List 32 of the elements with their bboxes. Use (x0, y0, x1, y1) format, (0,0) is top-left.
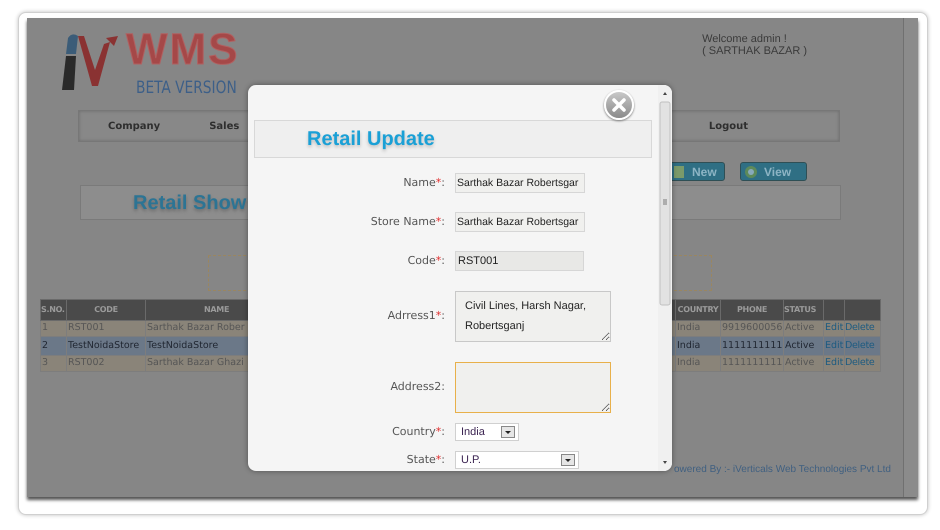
document-icon (672, 164, 686, 178)
select-field[interactable]: India (455, 423, 519, 441)
text-field[interactable]: Sarthak Bazar Robertsgar (455, 212, 585, 232)
footer-text: owered By :- iVerticals Web Technologies Pvt Ltd (674, 463, 892, 477)
field-label: Code*: (406, 252, 446, 269)
field-label: Country*: (391, 424, 446, 440)
dropdown-icon (501, 426, 515, 438)
nav-link[interactable]: Logout (708, 118, 748, 134)
field-label: Name*: (402, 174, 446, 191)
close-button[interactable] (604, 90, 634, 120)
nav-link[interactable]: Company (108, 118, 160, 134)
search-icon (744, 164, 758, 178)
logo-text: WMS (126, 30, 240, 70)
nav-link[interactable]: Sales (209, 118, 240, 134)
field-label: Store Name*: (370, 214, 446, 230)
address-field[interactable] (455, 362, 611, 413)
company-name: ( SARTHAK BAZAR ) (702, 45, 807, 57)
logo-subtitle: BETA VERSION (136, 78, 237, 98)
dropdown-icon (561, 454, 575, 466)
text-field[interactable]: Sarthak Bazar Robertsgar (455, 173, 585, 193)
welcome-text: Welcome admin ! (702, 33, 788, 45)
view-button[interactable]: View (740, 162, 807, 181)
select-field[interactable]: U.P. (455, 451, 579, 469)
code-field[interactable]: RST001 (455, 251, 584, 271)
page-title: Retail Show (133, 190, 246, 216)
field-label: State*: (406, 452, 446, 468)
column-header: S.NO. (40, 300, 66, 320)
scrollbar[interactable] (658, 85, 672, 471)
close-icon (611, 97, 627, 113)
field-label: Address2: (389, 379, 446, 396)
modal-title: Retail Update (307, 127, 435, 152)
address-field[interactable]: Civil Lines, Harsh Nagar, Robertsganj (455, 291, 611, 342)
